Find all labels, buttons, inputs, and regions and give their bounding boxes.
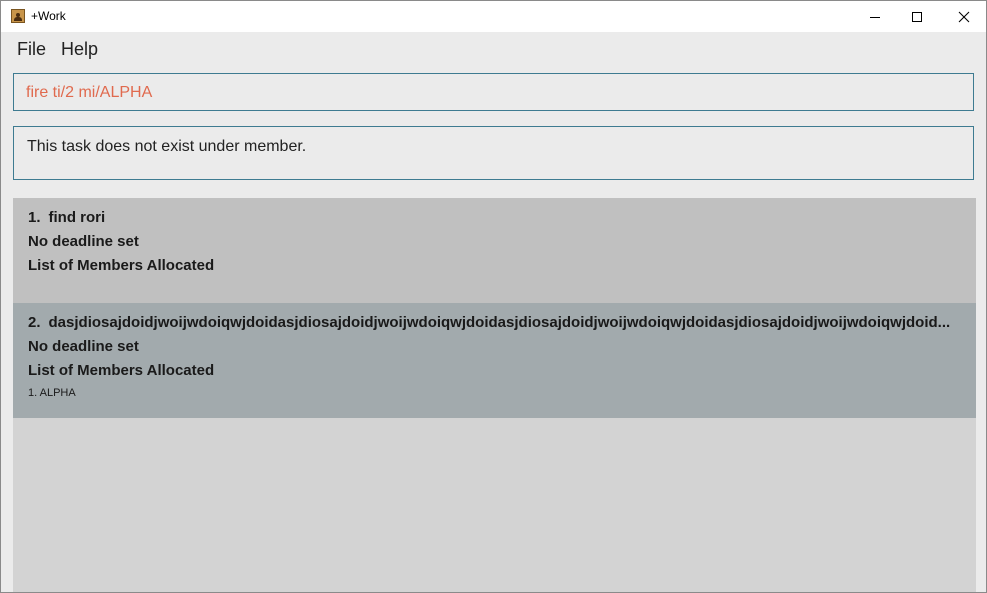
- maximize-icon: [912, 11, 922, 22]
- app-person-icon: [11, 9, 25, 23]
- task-members-label: List of Members Allocated: [28, 362, 215, 379]
- task-members-label: List of Members Allocated: [28, 257, 215, 274]
- command-input[interactable]: [26, 83, 956, 103]
- task-member-item: 1. ALPHA: [28, 387, 76, 399]
- title-bar[interactable]: +Work: [1, 1, 986, 32]
- close-icon: [958, 11, 970, 22]
- task-name: find rori: [48, 209, 106, 226]
- task-index: 2.: [28, 314, 41, 331]
- task-index: 1.: [28, 209, 41, 226]
- result-message: This task does not exist under member.: [27, 138, 307, 155]
- task-name: dasjdiosajdoidjwoijwdoiqwjdoidasjdiosajd…: [48, 314, 951, 331]
- menu-file[interactable]: File: [17, 39, 46, 59]
- task-card[interactable]: 1. find rori No deadline set List of Memb…: [13, 198, 976, 303]
- task-deadline: No deadline set: [28, 233, 139, 250]
- task-name-row: 2. dasjdiosajdoidjwoijwdoiqwjdoidasjdiosa…: [28, 314, 968, 332]
- minimize-button[interactable]: [852, 1, 898, 32]
- task-card-selected[interactable]: 2. dasjdiosajdoidjwoijwdoiqwjdoidasjdiosa…: [13, 303, 976, 418]
- result-display: This task does not exist under member.: [13, 126, 974, 180]
- command-box: [13, 73, 974, 111]
- task-name-row: 1. find rori: [28, 209, 968, 227]
- window-title: +Work: [31, 9, 66, 23]
- app-window: +Work File Help This task does not exist…: [0, 0, 987, 593]
- close-button[interactable]: [941, 1, 986, 32]
- task-list[interactable]: 1. find rori No deadline set List of Memb…: [13, 198, 976, 592]
- maximize-button[interactable]: [894, 1, 940, 32]
- minimize-icon: [870, 16, 880, 18]
- task-deadline: No deadline set: [28, 338, 139, 355]
- menu-help[interactable]: Help: [61, 39, 98, 59]
- menu-bar: File Help: [1, 32, 986, 66]
